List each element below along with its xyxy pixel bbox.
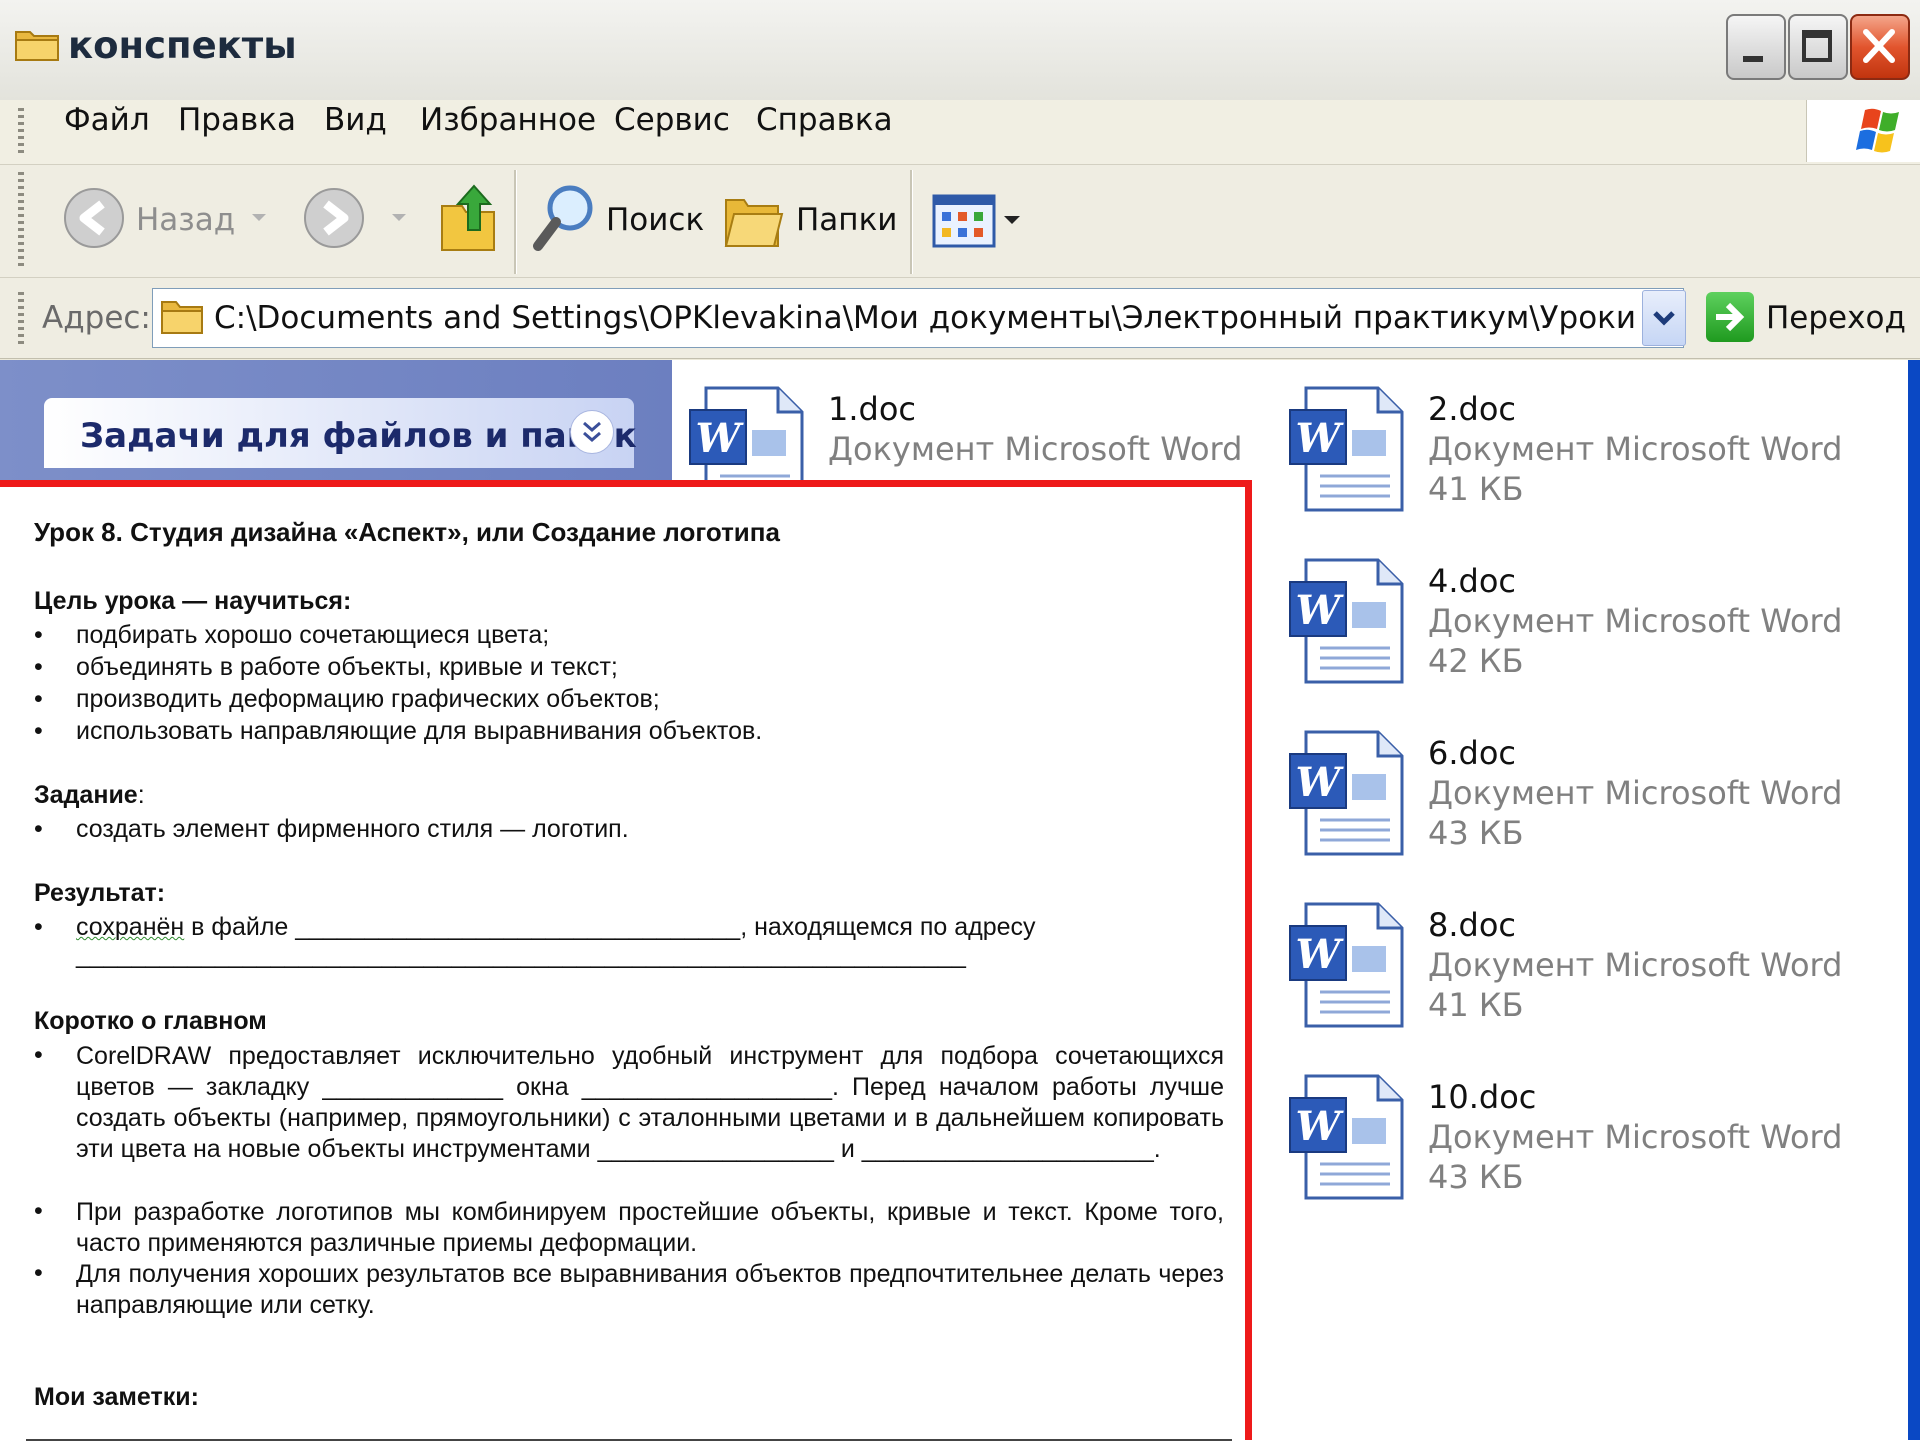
word-document-icon: W bbox=[1289, 386, 1404, 512]
windows-flag-icon bbox=[1856, 108, 1899, 153]
collapse-button[interactable] bbox=[570, 410, 614, 454]
bullet-dot: • bbox=[34, 1041, 43, 1069]
folder-up-icon[interactable] bbox=[438, 182, 500, 254]
back-arrow-icon[interactable] bbox=[62, 186, 126, 250]
address-dropdown-button[interactable] bbox=[1642, 290, 1686, 346]
file-item[interactable]: W 6.doc Документ Microsoft Word 43 КБ bbox=[1286, 704, 1842, 864]
windows-logo bbox=[1806, 100, 1920, 162]
toolbar-grip[interactable] bbox=[18, 172, 24, 270]
file-size: 41 КБ bbox=[1428, 986, 1524, 1024]
chevron-down-icon bbox=[1653, 311, 1675, 326]
result-heading: Результат: bbox=[34, 879, 166, 907]
svg-text:W: W bbox=[1296, 931, 1345, 978]
go-label[interactable]: Переход bbox=[1766, 300, 1906, 336]
summary-paragraph: Для получения хороших результатов все вы… bbox=[76, 1260, 1224, 1319]
toolbar-separator-2 bbox=[910, 170, 913, 274]
file-type: Документ Microsoft Word bbox=[1428, 946, 1843, 984]
menu-grip[interactable] bbox=[18, 108, 24, 156]
search-icon[interactable] bbox=[530, 182, 598, 256]
file-type: Документ Microsoft Word bbox=[828, 430, 1243, 468]
notes-heading: Мои заметки: bbox=[34, 1383, 199, 1411]
folders-label[interactable]: Папки bbox=[796, 202, 897, 238]
menu-favorites[interactable]: Избранное bbox=[420, 102, 596, 142]
file-name: 2.doc bbox=[1428, 390, 1517, 428]
double-chevron-icon bbox=[583, 421, 601, 442]
file-type: Документ Microsoft Word bbox=[1428, 1118, 1843, 1156]
search-label[interactable]: Поиск bbox=[606, 202, 704, 238]
svg-text:W: W bbox=[1296, 415, 1345, 462]
address-folder-icon bbox=[161, 301, 203, 334]
file-name: 1.doc bbox=[828, 390, 917, 428]
file-name: 10.doc bbox=[1428, 1078, 1537, 1116]
file-name: 8.doc bbox=[1428, 906, 1517, 944]
task-group-title[interactable]: Задачи для файлов и папок bbox=[80, 416, 637, 456]
address-label: Адрес: bbox=[42, 300, 151, 336]
bullet-dot: • bbox=[34, 1259, 43, 1287]
file-name: 4.doc bbox=[1428, 562, 1517, 600]
document-title: Урок 8. Студия дизайна «Аспект», или Соз… bbox=[34, 517, 780, 547]
maximize-button[interactable] bbox=[1788, 14, 1848, 80]
menu-tools[interactable]: Сервис bbox=[614, 102, 730, 142]
folder-icon bbox=[15, 31, 59, 61]
close-icon bbox=[1863, 29, 1895, 63]
file-item[interactable]: W 10.doc Документ Microsoft Word 43 КБ bbox=[1286, 1048, 1842, 1208]
svg-text:W: W bbox=[1296, 759, 1345, 806]
file-size: 43 КБ bbox=[1428, 1158, 1524, 1196]
minimize-button[interactable] bbox=[1726, 14, 1786, 80]
summary-heading: Коротко о главном bbox=[34, 1007, 267, 1035]
close-button[interactable] bbox=[1850, 14, 1910, 80]
file-type: Документ Microsoft Word bbox=[1428, 774, 1843, 812]
forward-dropdown-icon[interactable] bbox=[390, 212, 408, 224]
svg-text:W: W bbox=[1296, 1103, 1345, 1150]
file-item[interactable]: W 2.doc Документ Microsoft Word 41 КБ bbox=[1286, 360, 1842, 520]
summary-paragraph: CorelDRAW предоставляет исключительно уд… bbox=[76, 1042, 1224, 1163]
file-item[interactable]: W 4.doc Документ Microsoft Word 42 КБ bbox=[1286, 532, 1842, 692]
window-frame-right bbox=[1908, 360, 1920, 1440]
word-document-icon: W bbox=[1289, 902, 1404, 1028]
back-label[interactable]: Назад bbox=[136, 202, 235, 238]
file-item[interactable]: W 8.doc Документ Microsoft Word 41 КБ bbox=[1286, 876, 1842, 1036]
minimize-icon bbox=[1743, 56, 1763, 62]
word-document-icon: W bbox=[1289, 730, 1404, 856]
lesson-document: Урок 8. Студия дизайна «Аспект», или Соз… bbox=[0, 480, 1252, 1441]
file-size: 42 КБ bbox=[1428, 642, 1524, 680]
views-icon[interactable] bbox=[932, 192, 1022, 252]
file-size: 41 КБ bbox=[1428, 470, 1524, 508]
forward-arrow-icon[interactable] bbox=[302, 186, 366, 250]
svg-text:W: W bbox=[1296, 587, 1345, 634]
task-heading: Задание: bbox=[34, 781, 145, 809]
window-title: конспекты bbox=[68, 24, 297, 67]
menu-edit[interactable]: Правка bbox=[178, 102, 296, 142]
bullet-dot: • bbox=[34, 1197, 43, 1225]
address-value[interactable]: C:\Documents and Settings\OPKlevakina\Мо… bbox=[214, 300, 1634, 336]
go-arrow-icon bbox=[1716, 302, 1745, 332]
menu-help[interactable]: Справка bbox=[756, 102, 893, 142]
word-document-icon: W bbox=[1289, 558, 1404, 684]
goal-heading: Цель урока — научиться: bbox=[34, 587, 352, 615]
summary-paragraph: При разработке логотипов мы комбинируем … bbox=[76, 1198, 1224, 1257]
address-grip[interactable] bbox=[18, 292, 24, 346]
file-type: Документ Microsoft Word bbox=[1428, 602, 1843, 640]
go-button[interactable] bbox=[1706, 292, 1754, 342]
menu-file[interactable]: Файл bbox=[64, 102, 150, 142]
svg-text:W: W bbox=[696, 415, 745, 462]
file-name: 6.doc bbox=[1428, 734, 1517, 772]
file-type: Документ Microsoft Word bbox=[1428, 430, 1843, 468]
toolbar-separator bbox=[514, 170, 517, 274]
file-size: 43 КБ bbox=[1428, 814, 1524, 852]
folders-icon[interactable] bbox=[722, 186, 788, 252]
back-dropdown-icon[interactable] bbox=[250, 212, 268, 224]
word-document-icon: W bbox=[1289, 1074, 1404, 1200]
menu-view[interactable]: Вид bbox=[324, 102, 387, 142]
maximize-icon bbox=[1802, 30, 1832, 62]
